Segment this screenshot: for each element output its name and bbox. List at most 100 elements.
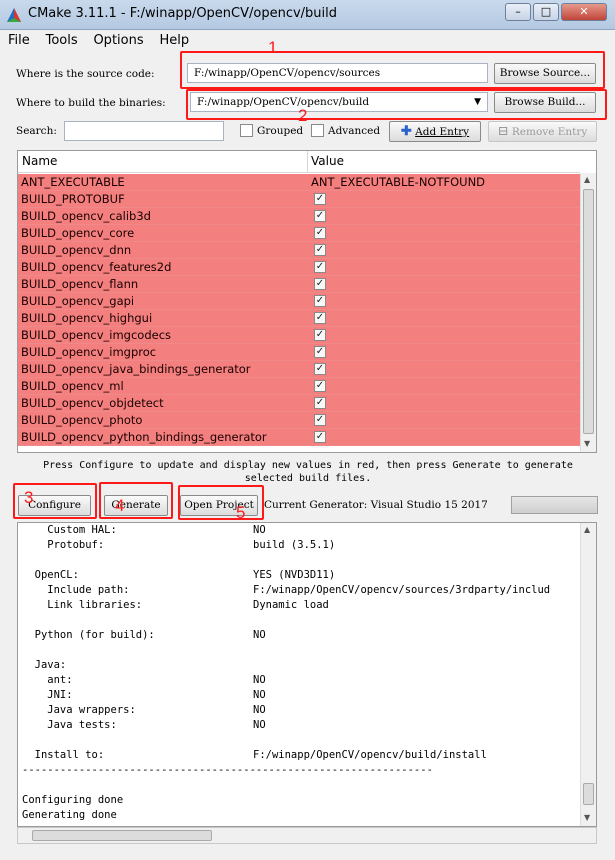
maximize-button[interactable]: □	[533, 3, 559, 21]
close-button[interactable]: ✕	[561, 3, 607, 21]
table-row[interactable]: BUILD_opencv_dnn ✓	[18, 242, 580, 259]
remove-entry-button[interactable]: ⊟ Remove Entry	[488, 121, 597, 142]
entry-value-checkbox[interactable]: ✓	[314, 397, 326, 409]
log-line: ant: NO	[18, 673, 596, 688]
table-row[interactable]: ANT_EXECUTABLE ANT_EXECUTABLE-NOTFOUND	[18, 174, 580, 191]
log-line: Include path: F:/winapp/OpenCV/opencv/sou…	[18, 583, 596, 598]
log-value: YES (NVD3D11)	[253, 569, 336, 581]
table-row[interactable]: BUILD_opencv_flann ✓	[18, 276, 580, 293]
scrollbar-thumb[interactable]	[583, 783, 594, 805]
minimize-button[interactable]: –	[505, 3, 531, 21]
table-row[interactable]: BUILD_opencv_features2d ✓	[18, 259, 580, 276]
log-line: JNI: NO	[18, 688, 596, 703]
table-row[interactable]: BUILD_PROTOBUF ✓	[18, 191, 580, 208]
entry-name: BUILD_opencv_objdetect	[21, 396, 164, 410]
table-row[interactable]: BUILD_opencv_objdetect ✓	[18, 395, 580, 412]
log-key: Link libraries:	[22, 599, 143, 611]
scrollbar-thumb[interactable]	[32, 830, 212, 841]
output-log[interactable]: Custom HAL: NO Protobuf: build (3.5.1) Ope…	[17, 522, 597, 827]
menu-help[interactable]: Help	[159, 33, 189, 48]
progress-bar	[511, 496, 598, 514]
entry-value-checkbox[interactable]: ✓	[314, 227, 326, 239]
entry-value-checkbox[interactable]: ✓	[314, 431, 326, 443]
log-value: F:/winapp/OpenCV/opencv/sources/3rdparty…	[253, 584, 551, 596]
entry-value-checkbox[interactable]: ✓	[314, 380, 326, 392]
log-line: ----------------------------------------…	[18, 763, 596, 778]
log-key: Generating done	[22, 809, 117, 821]
entry-value-checkbox[interactable]: ✓	[314, 329, 326, 341]
table-row[interactable]: BUILD_opencv_core ✓	[18, 225, 580, 242]
entry-name: BUILD_opencv_dnn	[21, 243, 132, 257]
log-line: Custom HAL: NO	[18, 523, 596, 538]
table-row[interactable]: BUILD_opencv_imgproc ✓	[18, 344, 580, 361]
output-horizontal-scrollbar[interactable]	[17, 827, 597, 844]
log-line: Link libraries: Dynamic load	[18, 598, 596, 613]
current-generator-label: Current Generator: Visual Studio 15 2017	[264, 499, 488, 511]
menu-tools[interactable]: Tools	[46, 33, 78, 48]
annotation-number: 4	[115, 496, 125, 515]
scroll-down-icon[interactable]: ▼	[584, 813, 590, 822]
entry-name: BUILD_PROTOBUF	[21, 192, 125, 206]
entry-value-checkbox[interactable]: ✓	[314, 414, 326, 426]
entry-value-checkbox[interactable]: ✓	[314, 210, 326, 222]
log-value: NO	[253, 524, 266, 536]
annotation-number: 2	[298, 106, 308, 125]
output-scrollbar[interactable]: ▲ ▼	[580, 523, 596, 826]
log-key: ant:	[22, 674, 73, 686]
entry-value-checkbox[interactable]: ✓	[314, 261, 326, 273]
table-row[interactable]: BUILD_opencv_calib3d ✓	[18, 208, 580, 225]
table-row[interactable]: BUILD_opencv_highgui ✓	[18, 310, 580, 327]
entry-name: BUILD_opencv_ml	[21, 379, 124, 393]
log-value: NO	[253, 719, 266, 731]
column-header-name[interactable]: Name	[22, 154, 57, 168]
table-row[interactable]: BUILD_opencv_ml ✓	[18, 378, 580, 395]
add-entry-button[interactable]: ✚ Add Entry	[389, 121, 481, 142]
table-row[interactable]: BUILD_opencv_python_bindings_generator ✓	[18, 429, 580, 446]
scroll-down-icon[interactable]: ▼	[584, 439, 590, 448]
entry-value-checkbox[interactable]: ✓	[314, 312, 326, 324]
column-header-value[interactable]: Value	[311, 154, 344, 168]
annotation-number: 5	[236, 503, 246, 522]
log-key: Java:	[22, 659, 67, 671]
log-value: NO	[253, 674, 266, 686]
plus-icon: ✚	[400, 124, 412, 139]
log-line: Java tests: NO	[18, 718, 596, 733]
entry-value-checkbox[interactable]: ✓	[314, 193, 326, 205]
scroll-up-icon[interactable]: ▲	[584, 175, 590, 184]
table-row[interactable]: BUILD_opencv_photo ✓	[18, 412, 580, 429]
entry-value-checkbox[interactable]: ✓	[314, 244, 326, 256]
search-input[interactable]	[64, 121, 224, 141]
entry-name: BUILD_opencv_calib3d	[21, 209, 151, 223]
advanced-checkbox[interactable]	[311, 124, 324, 137]
annotation-box-open-project	[178, 485, 264, 520]
entry-name: BUILD_opencv_features2d	[21, 260, 172, 274]
grouped-checkbox[interactable]	[240, 124, 253, 137]
entry-name: BUILD_opencv_core	[21, 226, 135, 240]
entry-name: BUILD_opencv_photo	[21, 413, 143, 427]
table-scrollbar[interactable]: ▲ ▼	[580, 173, 596, 452]
entry-value[interactable]: ANT_EXECUTABLE-NOTFOUND	[311, 175, 485, 189]
remove-entry-label: Remove Entry	[511, 126, 588, 138]
scrollbar-thumb[interactable]	[583, 189, 594, 434]
entry-value-checkbox[interactable]: ✓	[314, 295, 326, 307]
annotation-number: 3	[24, 488, 34, 507]
entry-value-checkbox[interactable]: ✓	[314, 278, 326, 290]
cache-entries-table[interactable]: Name Value ANT_EXECUTABLE ANT_EXECUTABLE-…	[17, 150, 597, 453]
menu-file[interactable]: File	[8, 33, 30, 48]
menu-options[interactable]: Options	[93, 33, 143, 48]
entry-value-checkbox[interactable]: ✓	[314, 363, 326, 375]
log-key: Install to:	[22, 749, 105, 761]
log-key: OpenCL:	[22, 569, 79, 581]
scroll-up-icon[interactable]: ▲	[584, 525, 590, 534]
entry-value-checkbox[interactable]: ✓	[314, 346, 326, 358]
table-row[interactable]: BUILD_opencv_gapi ✓	[18, 293, 580, 310]
table-row[interactable]: BUILD_opencv_imgcodecs ✓	[18, 327, 580, 344]
log-key: Include path:	[22, 584, 130, 596]
table-row[interactable]: BUILD_opencv_java_bindings_generator ✓	[18, 361, 580, 378]
grouped-label: Grouped	[257, 125, 304, 137]
entry-name: BUILD_opencv_gapi	[21, 294, 135, 308]
search-label: Search:	[16, 125, 57, 137]
